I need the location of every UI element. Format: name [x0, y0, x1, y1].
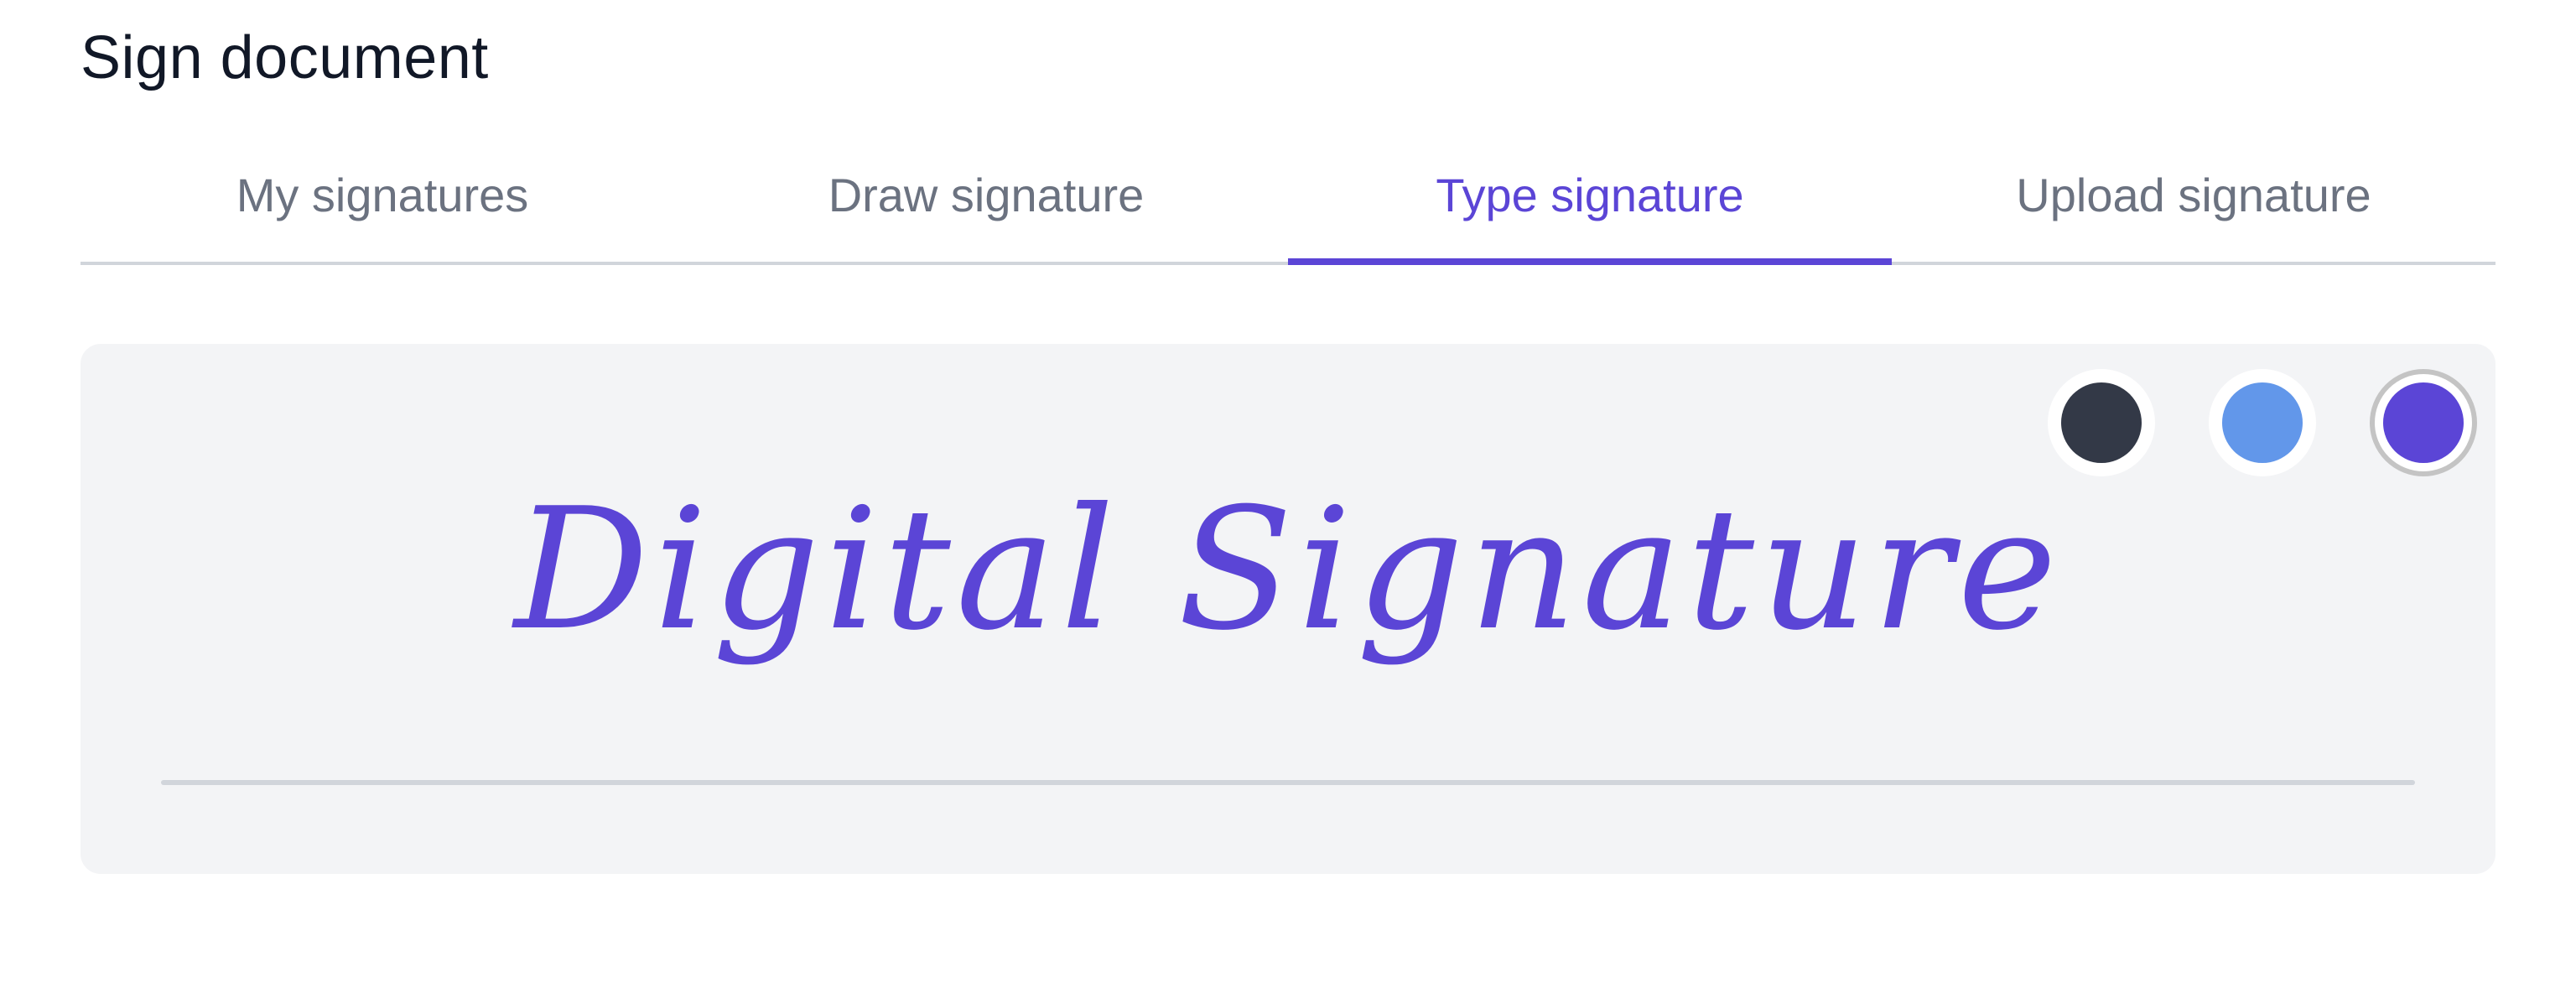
- signature-tabs: My signatures Draw signature Type signat…: [80, 144, 2496, 265]
- color-dot-purple: [2383, 382, 2464, 463]
- color-dot-blue: [2222, 382, 2303, 463]
- signature-panel: Digital Signature: [80, 344, 2496, 874]
- typed-signature[interactable]: Digital Signature: [80, 486, 2496, 654]
- color-swatch-dark[interactable]: [2048, 369, 2155, 476]
- color-dot-dark: [2061, 382, 2142, 463]
- tab-upload-signature[interactable]: Upload signature: [1892, 144, 2496, 262]
- tab-type-signature[interactable]: Type signature: [1288, 144, 1892, 265]
- color-swatch-purple[interactable]: [2370, 369, 2477, 476]
- page-title: Sign document: [80, 24, 489, 91]
- tab-draw-signature[interactable]: Draw signature: [684, 144, 1288, 262]
- color-swatch-blue[interactable]: [2209, 369, 2316, 476]
- sign-document-page: Sign document My signatures Draw signatu…: [0, 0, 2576, 983]
- color-picker: [2048, 369, 2477, 476]
- tab-my-signatures[interactable]: My signatures: [80, 144, 684, 262]
- signature-baseline: [161, 780, 2415, 785]
